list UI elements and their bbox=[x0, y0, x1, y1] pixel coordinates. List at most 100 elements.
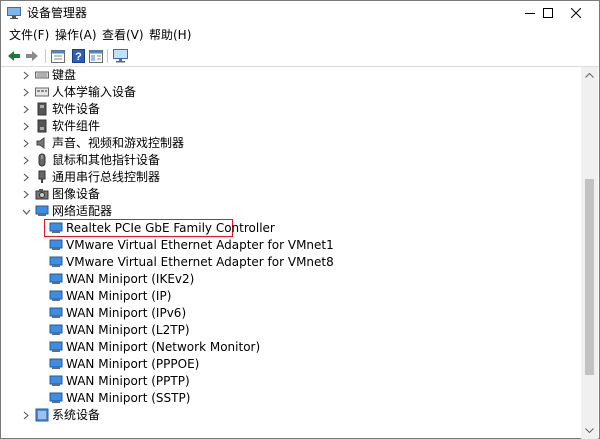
tree-item-label: 声音、视频和游戏控制器 bbox=[52, 136, 185, 150]
tree-item-label: 网络适配器 bbox=[52, 204, 113, 218]
adapter-label: VMware Virtual Ethernet Adapter for VMne… bbox=[66, 238, 334, 252]
properties-pane-button[interactable] bbox=[87, 47, 105, 65]
expand-chevron-icon[interactable] bbox=[21, 118, 31, 135]
tree-item-hid[interactable]: 人体学输入设备 bbox=[1, 84, 581, 101]
back-icon bbox=[8, 51, 20, 61]
adapter-label: WAN Miniport (SSTP) bbox=[66, 391, 191, 405]
tree-item-network-adapters[interactable]: 网络适配器 bbox=[1, 203, 581, 220]
network-adapter-icon bbox=[49, 255, 63, 269]
adapter-label: WAN Miniport (IPv6) bbox=[66, 306, 187, 320]
adapter-label: VMware Virtual Ethernet Adapter for VMne… bbox=[66, 255, 334, 269]
tree-item-software-component[interactable]: 软件组件 bbox=[1, 118, 581, 135]
network-adapter-icon bbox=[49, 272, 63, 286]
tree-item-label: 系统设备 bbox=[52, 408, 101, 422]
tree-item-label: 软件设备 bbox=[52, 102, 101, 116]
svg-text:?: ? bbox=[75, 51, 82, 63]
expand-chevron-icon[interactable] bbox=[21, 67, 31, 84]
expand-chevron-icon[interactable] bbox=[21, 135, 31, 152]
adapter-label: WAN Miniport (PPTP) bbox=[66, 374, 190, 388]
adapter-realtek[interactable]: Realtek PCIe GbE Family Controller bbox=[1, 220, 581, 237]
tree-item-keyboard[interactable]: 键盘 bbox=[1, 67, 581, 84]
adapter-label: Realtek PCIe GbE Family Controller bbox=[66, 221, 275, 235]
scan-hardware-button[interactable] bbox=[111, 47, 129, 65]
back-button[interactable] bbox=[5, 47, 23, 65]
adapter-wan-sstp[interactable]: WAN Miniport (SSTP) bbox=[1, 390, 581, 407]
adapter-label: WAN Miniport (Network Monitor) bbox=[66, 340, 261, 354]
adapter-vmnet8[interactable]: VMware Virtual Ethernet Adapter for VMne… bbox=[1, 254, 581, 271]
expand-chevron-icon[interactable] bbox=[21, 169, 31, 186]
adapter-vmnet1[interactable]: VMware Virtual Ethernet Adapter for VMne… bbox=[1, 237, 581, 254]
expand-chevron-icon[interactable] bbox=[21, 101, 31, 118]
properties-button[interactable] bbox=[49, 47, 67, 65]
tree-item-sound-video[interactable]: 声音、视频和游戏控制器 bbox=[1, 135, 581, 152]
scroll-down-icon bbox=[585, 428, 594, 433]
tree-item-software-device[interactable]: 软件设备 bbox=[1, 101, 581, 118]
expand-chevron-icon[interactable] bbox=[21, 186, 31, 203]
tree-item-label: 键盘 bbox=[52, 68, 77, 82]
adapter-label: WAN Miniport (IKEv2) bbox=[66, 272, 195, 286]
toolbar-separator bbox=[107, 49, 108, 63]
expand-chevron-icon[interactable] bbox=[21, 84, 31, 101]
adapter-wan-ip[interactable]: WAN Miniport (IP) bbox=[1, 288, 581, 305]
network-adapter-icon bbox=[49, 289, 63, 303]
forward-icon bbox=[26, 51, 38, 61]
tree-item-imaging[interactable]: 图像设备 bbox=[1, 186, 581, 203]
properties-pane-icon bbox=[89, 49, 103, 63]
network-adapter-icon bbox=[49, 391, 63, 405]
network-adapter-icon bbox=[49, 323, 63, 337]
expand-chevron-icon[interactable] bbox=[21, 407, 31, 424]
title-bar[interactable]: 设备管理器 bbox=[1, 1, 599, 25]
adapter-wan-ipv6[interactable]: WAN Miniport (IPv6) bbox=[1, 305, 581, 322]
menu-help[interactable]: 帮助(H) bbox=[149, 27, 191, 43]
network-adapter-icon bbox=[35, 204, 49, 218]
scroll-down-button[interactable] bbox=[581, 422, 598, 439]
device-manager-app-icon bbox=[7, 7, 21, 19]
collapse-chevron-icon[interactable] bbox=[21, 203, 31, 220]
properties-icon bbox=[51, 49, 65, 63]
tree-item-system-devices[interactable]: 系统设备 bbox=[1, 407, 581, 424]
adapter-label: WAN Miniport (IP) bbox=[66, 289, 172, 303]
network-adapter-icon bbox=[49, 340, 63, 354]
scroll-up-button[interactable] bbox=[581, 67, 598, 84]
menu-bar: 文件(F) 操作(A) 查看(V) 帮助(H) bbox=[1, 25, 599, 45]
adapter-label: WAN Miniport (L2TP) bbox=[66, 323, 190, 337]
toolbar: ? bbox=[1, 45, 599, 67]
network-adapter-icon bbox=[49, 306, 63, 320]
tree-item-label: 软件组件 bbox=[52, 119, 101, 133]
usb-icon bbox=[35, 170, 49, 184]
help-icon: ? bbox=[71, 49, 85, 63]
tree-item-label: 人体学输入设备 bbox=[52, 85, 137, 99]
menu-file[interactable]: 文件(F) bbox=[9, 27, 49, 43]
menu-view[interactable]: 查看(V) bbox=[102, 27, 144, 43]
hid-icon bbox=[35, 85, 49, 99]
scroll-up-icon bbox=[585, 73, 594, 78]
network-adapter-icon bbox=[49, 238, 63, 252]
adapter-wan-ikev2[interactable]: WAN Miniport (IKEv2) bbox=[1, 271, 581, 288]
forward-button[interactable] bbox=[23, 47, 41, 65]
network-adapter-icon bbox=[49, 374, 63, 388]
mouse-icon bbox=[35, 153, 49, 167]
help-button[interactable]: ? bbox=[69, 47, 87, 65]
network-adapter-icon bbox=[49, 221, 63, 235]
tree-item-label: 图像设备 bbox=[52, 187, 101, 201]
adapter-wan-l2tp[interactable]: WAN Miniport (L2TP) bbox=[1, 322, 581, 339]
toolbar-separator bbox=[45, 49, 46, 63]
maximize-icon bbox=[543, 8, 553, 18]
device-tree[interactable]: 键盘 人体学输入设备 软件设备 软件组件 声音、视频和游戏控制器 鼠标和其他指针… bbox=[1, 67, 581, 439]
adapter-label: WAN Miniport (PPPOE) bbox=[66, 357, 200, 371]
close-button[interactable] bbox=[553, 1, 599, 25]
keyboard-icon bbox=[35, 68, 49, 82]
speaker-icon bbox=[35, 136, 49, 150]
adapter-wan-netmon[interactable]: WAN Miniport (Network Monitor) bbox=[1, 339, 581, 356]
vertical-scrollbar[interactable] bbox=[581, 67, 598, 439]
adapter-wan-pppoe[interactable]: WAN Miniport (PPPOE) bbox=[1, 356, 581, 373]
tree-item-label: 鼠标和其他指针设备 bbox=[52, 153, 161, 167]
scrollbar-thumb[interactable] bbox=[585, 179, 594, 375]
camera-icon bbox=[35, 187, 49, 201]
tree-item-mouse[interactable]: 鼠标和其他指针设备 bbox=[1, 152, 581, 169]
adapter-wan-pptp[interactable]: WAN Miniport (PPTP) bbox=[1, 373, 581, 390]
tree-item-usb[interactable]: 通用串行总线控制器 bbox=[1, 169, 581, 186]
tree-item-label: 通用串行总线控制器 bbox=[52, 170, 161, 184]
expand-chevron-icon[interactable] bbox=[21, 152, 31, 169]
menu-action[interactable]: 操作(A) bbox=[55, 27, 97, 43]
